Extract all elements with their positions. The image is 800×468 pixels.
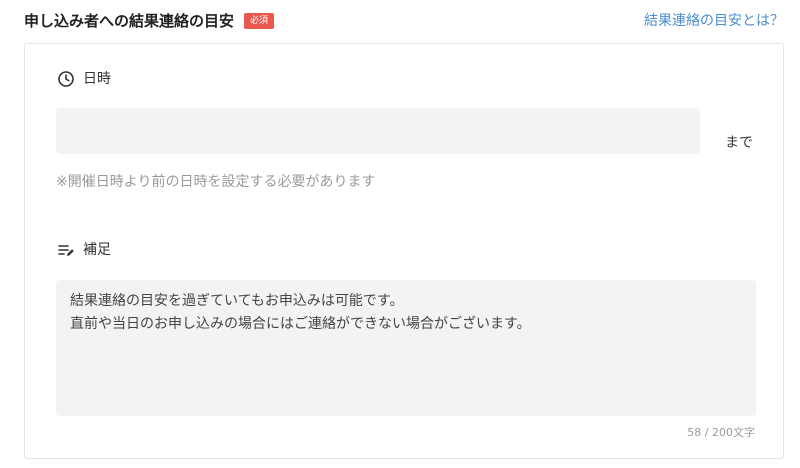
supplement-textarea[interactable]: 結果連絡の目安を過ぎていてもお申込みは可能です。 直前や当日のお申し込みの場合に… xyxy=(56,280,756,416)
section-header: 申し込み者への結果連絡の目安 必須 結果連絡の目安とは？ xyxy=(24,10,784,32)
datetime-input[interactable] xyxy=(56,108,700,154)
supplement-label: 補足 xyxy=(57,240,111,260)
section-title: 申し込み者への結果連絡の目安 xyxy=(24,12,235,30)
settings-card: 日時 まで ※開催日時より前の日時を設定する必要があります 補足 結果連絡の目安… xyxy=(24,43,784,459)
datetime-hint: ※開催日時より前の日時を設定する必要があります xyxy=(56,174,376,190)
datetime-label-text: 日時 xyxy=(83,71,111,87)
help-link[interactable]: 結果連絡の目安とは？ xyxy=(644,10,784,32)
char-count: 58 / 200文字 xyxy=(687,426,755,439)
supplement-label-text: 補足 xyxy=(83,242,111,258)
notes-edit-icon xyxy=(57,241,75,259)
until-suffix: まで xyxy=(725,135,753,151)
required-badge: 必須 xyxy=(244,13,275,29)
datetime-label: 日時 xyxy=(57,69,111,89)
clock-icon xyxy=(57,70,75,88)
